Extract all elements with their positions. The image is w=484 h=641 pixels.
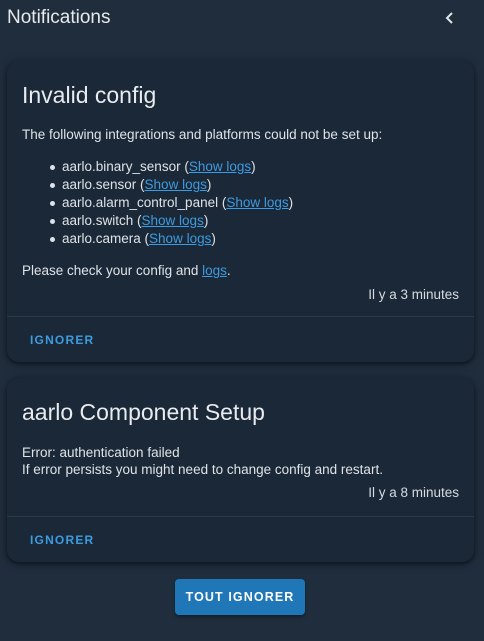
list-item: aarlo.alarm_control_panel (Show logs) [48,194,459,212]
check-suffix: . [226,263,231,278]
card-actions: IGNORER [7,516,474,562]
show-logs-link[interactable]: Show logs [149,231,211,246]
integration-name: aarlo.sensor [62,177,137,192]
show-logs-link[interactable]: Show logs [189,159,251,174]
list-item: aarlo.binary_sensor (Show logs) [48,158,459,176]
integration-list: aarlo.binary_sensor (Show logs) aarlo.se… [22,158,459,248]
integration-name: aarlo.binary_sensor [62,159,181,174]
dismiss-button[interactable]: IGNORER [21,325,103,355]
notification-body: Error: authentication failed If error pe… [7,444,474,502]
check-prefix: Please check your config and [22,263,203,278]
notification-title: Invalid config [22,82,157,108]
notification-card-aarlo-setup: aarlo Component Setup Error: authenticat… [7,378,474,562]
integration-name: aarlo.switch [62,213,134,228]
notification-timestamp: Il y a 8 minutes [368,485,459,500]
logs-link[interactable]: logs [202,263,227,278]
notification-body: The following integrations and platforms… [7,126,474,304]
dismiss-all-button[interactable]: TOUT IGNORER [175,579,305,615]
show-logs-link[interactable]: Show logs [145,177,207,192]
list-item: aarlo.sensor (Show logs) [48,176,459,194]
integration-name: aarlo.alarm_control_panel [62,195,219,210]
notification-card-invalid-config: Invalid config The following integration… [7,61,474,362]
drawer-title: Notifications [7,7,111,28]
show-logs-link[interactable]: Show logs [142,213,204,228]
list-item: aarlo.camera (Show logs) [48,230,459,248]
dismiss-button[interactable]: IGNORER [21,525,103,555]
chevron-left-icon[interactable] [438,6,462,30]
error-line: If error persists you might need to chan… [22,462,383,477]
integration-name: aarlo.camera [62,231,141,246]
show-logs-link[interactable]: Show logs [226,195,288,210]
notification-intro: The following integrations and platforms… [22,127,383,142]
notification-timestamp: Il y a 3 minutes [368,287,459,302]
error-line: Error: authentication failed [22,445,180,460]
card-actions: IGNORER [7,316,474,362]
list-item: aarlo.switch (Show logs) [48,212,459,230]
error-message: Error: authentication failed If error pe… [22,444,459,478]
notification-title: aarlo Component Setup [22,399,265,425]
check-config-text: Please check your config and logs. [22,262,459,280]
drawer-header: Notifications [0,0,484,36]
